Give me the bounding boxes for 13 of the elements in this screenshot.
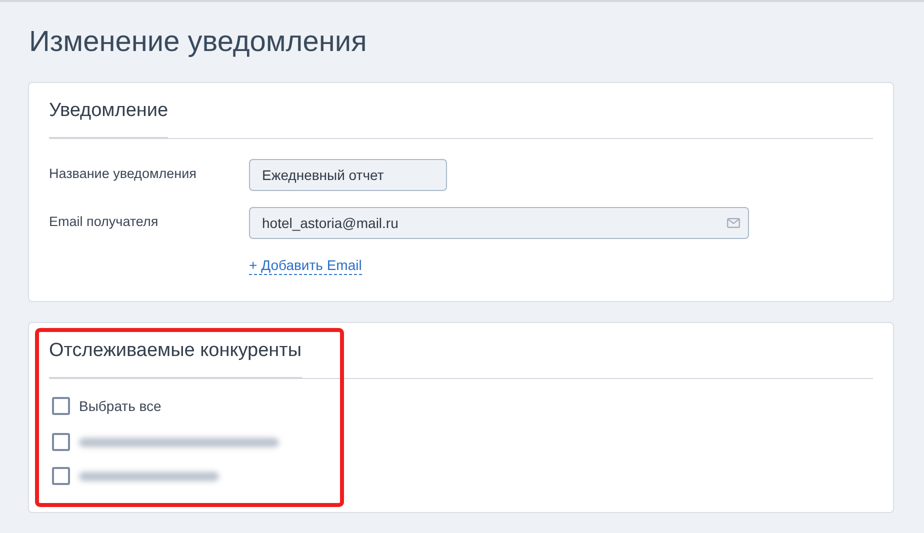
page-title: Изменение уведомления xyxy=(28,25,368,60)
checkbox-label: Выбрать все xyxy=(79,398,162,414)
checkbox[interactable] xyxy=(52,433,70,451)
input-field[interactable]: Ежедневный отчет xyxy=(249,159,447,191)
field-label: Название уведомления xyxy=(49,165,198,183)
card-title: Отслеживаемые конкуренты xyxy=(49,337,302,378)
email-field[interactable]: hotel_astoria@mail.ru xyxy=(249,207,749,239)
add-email-link[interactable]: + Добавить Email xyxy=(249,257,362,275)
card-title: Уведомление xyxy=(49,97,168,138)
field-label: Email получателя xyxy=(49,213,160,231)
mail-icon xyxy=(727,218,740,228)
checkbox[interactable] xyxy=(52,397,70,415)
checkbox[interactable] xyxy=(52,467,70,485)
